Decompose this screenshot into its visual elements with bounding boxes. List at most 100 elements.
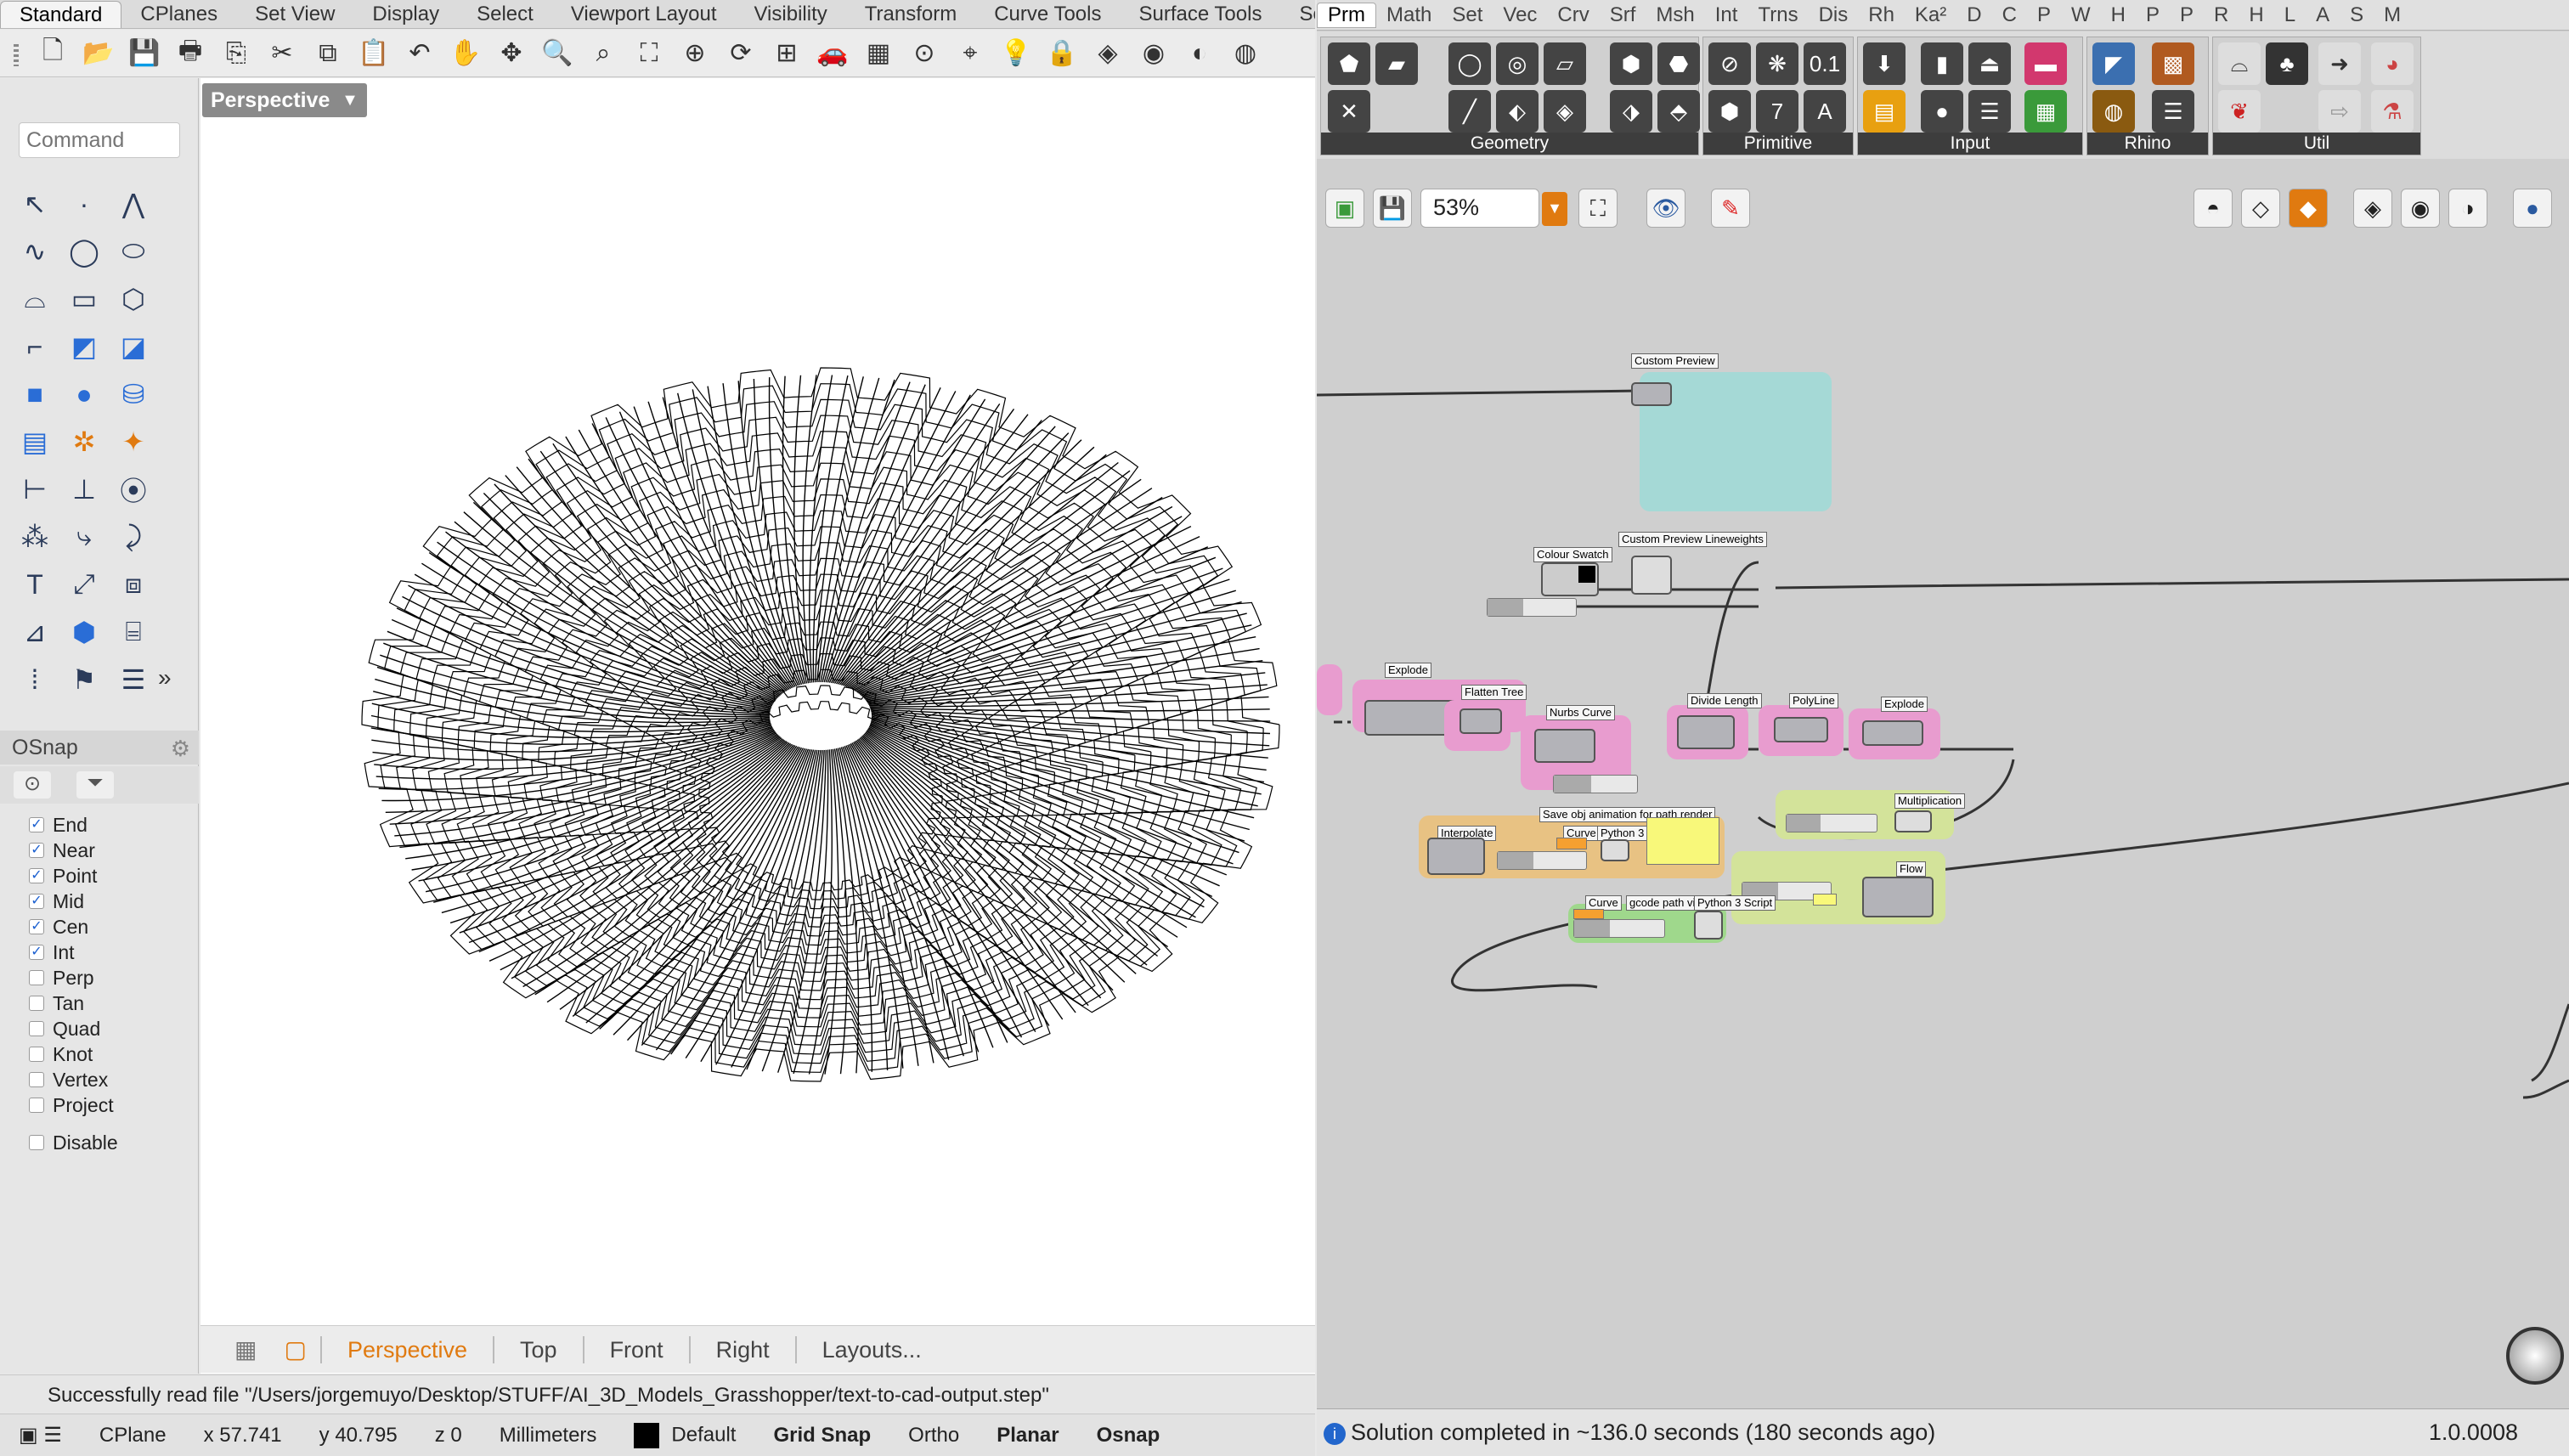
curve-param-node[interactable]	[1573, 909, 1604, 919]
polyline-icon[interactable]: ⋀	[109, 180, 158, 228]
gh-tab-6[interactable]: Msh	[1646, 3, 1704, 27]
more-tools-icon[interactable]: »	[158, 664, 172, 691]
multiplication-node[interactable]	[1894, 810, 1932, 832]
checkbox[interactable]: ✓	[29, 919, 44, 934]
flow-node[interactable]	[1862, 877, 1934, 917]
zoom-extents-icon[interactable]: ⛶	[1578, 189, 1618, 228]
slider[interactable]	[1573, 919, 1665, 938]
chevron-down-icon[interactable]: ▼	[1542, 192, 1567, 226]
checkbox[interactable]	[29, 1021, 44, 1036]
gh-tab-18[interactable]: P	[2170, 3, 2204, 27]
preview-material-icon[interactable]: ◑	[2448, 189, 2487, 228]
split-icon[interactable]: ⊥	[59, 466, 109, 513]
gear-tool-icon[interactable]: ✲	[59, 418, 109, 466]
trim-icon[interactable]: ⊢	[10, 466, 59, 513]
spiral-icon[interactable]: ◍	[2092, 90, 2135, 133]
gh-tab-24[interactable]: M	[2374, 3, 2411, 27]
dimension-icon[interactable]: ⤢	[59, 561, 109, 608]
field-param-icon[interactable]: ⬗	[1610, 90, 1652, 133]
osnap-item-vertex[interactable]: Vertex	[29, 1067, 190, 1092]
data-param-icon[interactable]: ⬢	[1708, 90, 1751, 133]
color-wheel-icon[interactable]: ◉	[1135, 35, 1172, 72]
brep-param-icon[interactable]: ◎	[1496, 42, 1539, 85]
osnap-point-icon[interactable]: ⊙	[14, 771, 51, 799]
preview-off-icon[interactable]: ◓	[2194, 189, 2233, 228]
checkbox[interactable]: ✓	[29, 894, 44, 909]
command-input[interactable]	[19, 122, 180, 158]
array-icon[interactable]: ⁞	[10, 656, 59, 703]
fillet-curve-icon[interactable]: ⌐	[10, 323, 59, 370]
material-icon[interactable]: ▩	[2152, 42, 2194, 85]
brush-icon[interactable]: ✎	[1711, 189, 1750, 228]
cut-icon[interactable]: ✂	[263, 35, 301, 72]
point-icon[interactable]: ·	[59, 180, 109, 228]
slider[interactable]	[1553, 775, 1638, 793]
gh-tab-9[interactable]: Dis	[1809, 3, 1859, 27]
gh-tab-3[interactable]: Vec	[1493, 3, 1547, 27]
matrix-icon[interactable]: ▦	[2024, 90, 2067, 133]
toggle-value[interactable]	[1813, 894, 1837, 906]
rhino-tab-standard[interactable]: Standard	[0, 1, 122, 28]
osnap-item-project[interactable]: Project	[29, 1092, 190, 1118]
rhino-tab-select[interactable]: Select	[458, 1, 552, 28]
select-arrow-icon[interactable]: ↖	[10, 180, 59, 228]
gh-tab-20[interactable]: H	[2239, 3, 2273, 27]
perspective-viewport[interactable]	[200, 78, 1315, 1374]
group-icon[interactable]: ⁂	[10, 513, 59, 561]
explode-icon[interactable]: ✦	[109, 418, 158, 466]
compass-navigator-icon[interactable]	[2506, 1327, 2564, 1385]
viewport-tab-right[interactable]: Right	[688, 1335, 795, 1363]
python-script-node[interactable]	[1601, 839, 1629, 861]
gh-tab-13[interactable]: C	[1992, 3, 2027, 27]
custom-preview-node[interactable]	[1631, 382, 1672, 406]
circle-icon[interactable]: ◯	[59, 228, 109, 275]
grasshopper-canvas[interactable]: Custom Preview Colour Swatch Custom Prev…	[1317, 240, 2569, 1408]
gh-tab-19[interactable]: R	[2204, 3, 2239, 27]
osnap-item-cen[interactable]: ✓ Cen	[29, 914, 190, 940]
zoom-selected-icon[interactable]: ⊕	[676, 35, 714, 72]
lock-icon[interactable]: 🔒	[1043, 35, 1081, 72]
gh-tab-14[interactable]: P	[2027, 3, 2061, 27]
copy-icon[interactable]: ⧉	[309, 35, 347, 72]
toggle-icon[interactable]: ●	[1921, 90, 1963, 133]
checkbox[interactable]: ✓	[29, 868, 44, 883]
checkbox[interactable]	[29, 996, 44, 1011]
checkbox[interactable]: ✓	[29, 817, 44, 832]
cplane-icon[interactable]: ▦	[860, 35, 897, 72]
preview-wire-icon[interactable]: ◇	[2241, 189, 2280, 228]
curve-icon[interactable]: ∿	[10, 228, 59, 275]
plane-param-icon[interactable]: ⬖	[1496, 90, 1539, 133]
flatten-tree-node[interactable]	[1460, 708, 1502, 734]
arrow-right-icon[interactable]: ➜	[2318, 42, 2361, 85]
mesh-param-icon[interactable]: ⬣	[1657, 42, 1700, 85]
gradient-icon[interactable]: ▬	[2024, 42, 2067, 85]
arc-transform-icon[interactable]: ⤷	[59, 513, 109, 561]
point-param-icon[interactable]: ◈	[1544, 90, 1586, 133]
checkbox[interactable]: ✓	[29, 945, 44, 960]
car-icon[interactable]: 🚗	[814, 35, 851, 72]
chevron-down-icon[interactable]: ▼	[333, 83, 367, 117]
polygon-icon[interactable]: ⬡	[109, 275, 158, 323]
slider[interactable]	[1786, 814, 1877, 832]
circle-param-icon[interactable]: ◯	[1448, 42, 1491, 85]
import-icon[interactable]: ⎘	[217, 35, 255, 72]
filter-icon[interactable]: ⏷	[76, 771, 114, 799]
viewport-tab-front[interactable]: Front	[582, 1335, 689, 1363]
rhino-tab-cplanes[interactable]: CPlanes	[121, 1, 236, 28]
gumball-icon[interactable]: ⌖	[951, 35, 989, 72]
viewport-tab-perspective[interactable]: Perspective	[319, 1335, 493, 1363]
checkbox[interactable]	[29, 1098, 44, 1113]
polyline-node[interactable]	[1774, 717, 1828, 742]
toolbar-grip[interactable]	[14, 44, 19, 66]
four-view-icon[interactable]: ⊞	[768, 35, 805, 72]
render-icon[interactable]: ◍	[1227, 35, 1264, 72]
checkbox[interactable]	[29, 970, 44, 985]
viewport-layout-icon[interactable]: ▢	[270, 1335, 319, 1363]
boolean-param-icon[interactable]: ⊘	[1708, 42, 1751, 85]
checkbox[interactable]	[29, 1072, 44, 1087]
rhino-tab-display[interactable]: Display	[353, 1, 458, 28]
checkbox[interactable]	[29, 1047, 44, 1062]
properties-icon[interactable]: ☰	[109, 656, 158, 703]
text-icon[interactable]: T	[10, 561, 59, 608]
osnap-item-int[interactable]: ✓ Int	[29, 940, 190, 965]
